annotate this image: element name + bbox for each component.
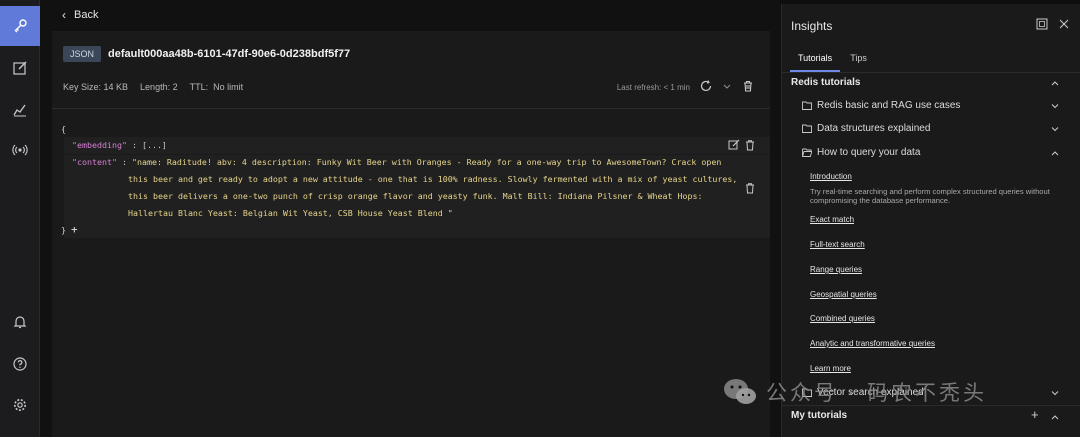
key-size: Key Size: 14 KB — [63, 82, 129, 92]
wechat-logo-icon — [724, 379, 756, 404]
refresh-icon[interactable] — [699, 79, 713, 93]
folder-label: Data structures explained — [817, 123, 931, 134]
insights-title: Insights — [791, 19, 833, 33]
notifications-nav-button[interactable] — [0, 302, 40, 342]
insights-actions — [1036, 18, 1070, 30]
left-nav — [0, 0, 40, 437]
key-length: Length: 2 — [140, 82, 178, 92]
tutorial-geospatial-queries[interactable]: Geospatial queries — [810, 290, 877, 299]
folder-label: How to query your data — [817, 147, 921, 158]
content-key: "content" — [72, 157, 117, 167]
embedding-row[interactable] — [64, 137, 770, 154]
pubsub-icon — [12, 144, 28, 156]
key-icon — [14, 19, 27, 33]
pubsub-nav-button[interactable] — [0, 130, 40, 170]
ttl-label: TTL: — [189, 82, 209, 92]
json-close-brace: } — [61, 225, 66, 235]
content-line-1: "content" : "name: Raditude! abv: 4 desc… — [72, 157, 722, 167]
folder-query-data[interactable]: How to query your data — [802, 147, 920, 158]
help-nav-button[interactable] — [0, 344, 40, 384]
delete-field-icon[interactable] — [744, 139, 756, 151]
key-details-panel: JSON default000aa48b-6101-47df-90e6-0d23… — [52, 31, 770, 437]
key-meta: Key Size: 14 KB Length: 2 TTL: No limit — [63, 82, 243, 92]
tutorial-analytic-queries[interactable]: Analytic and transformative queries — [810, 339, 935, 348]
json-open-brace: { — [61, 124, 66, 134]
last-refresh: Last refresh: < 1 min — [616, 83, 690, 92]
chevron-up-icon[interactable] — [1050, 78, 1060, 88]
folder-label: Redis basic and RAG use cases — [817, 100, 961, 111]
ttl-value: No limit — [213, 82, 244, 92]
settings-icon — [14, 399, 26, 411]
chevron-down-icon[interactable] — [1050, 124, 1060, 134]
watermark-text: 公众号 · 码农不秃头 — [766, 381, 988, 405]
workbench-nav-button[interactable] — [0, 48, 40, 88]
tab-tutorials[interactable]: Tutorials — [790, 47, 841, 72]
delete-field-icon[interactable] — [744, 182, 756, 194]
insights-tabs: Tutorials Tips — [790, 47, 875, 72]
tutorial-combined-queries[interactable]: Combined queries — [810, 314, 875, 323]
folder-icon — [802, 124, 812, 133]
folder-open-icon — [802, 148, 812, 157]
tutorial-exact-match[interactable]: Exact match — [810, 215, 854, 224]
folder-icon — [802, 101, 812, 110]
content-value-line-4: Hallertau Blanc Yeast: Belgian Wit Yeast… — [128, 208, 453, 218]
topbar: ‹ Back — [50, 0, 770, 30]
json-close-line: } + — [61, 222, 78, 238]
key-ttl[interactable]: TTL: No limit — [190, 82, 244, 92]
chevron-down-icon[interactable] — [1050, 101, 1060, 111]
tutorial-range-queries[interactable]: Range queries — [810, 265, 862, 274]
content-value-line-2: this beer and get ready to adopt a new a… — [128, 174, 738, 184]
add-field-button[interactable]: + — [71, 223, 78, 236]
embedding-line: "embedding" : [...] — [72, 140, 167, 150]
back-button[interactable]: ‹ Back — [50, 8, 98, 22]
close-icon[interactable] — [1058, 18, 1070, 30]
tabs-divider — [782, 72, 1080, 73]
introduction-description: Try real-time searching and perform comp… — [810, 187, 1050, 205]
content-value-line-1: "name: Raditude! abv: 4 description: Fun… — [131, 157, 722, 167]
content-value-line-3: this beer delivers a one-two punch of cr… — [128, 191, 703, 201]
main-area: ‹ Back JSON default000aa48b-6101-47df-90… — [40, 0, 780, 437]
chevron-up-icon[interactable] — [1050, 412, 1060, 422]
chevron-left-icon: ‹ — [62, 8, 66, 22]
browser-nav-button[interactable] — [0, 6, 40, 46]
chevron-down-icon[interactable] — [720, 79, 734, 93]
edit-icon — [13, 61, 27, 75]
folder-redis-basic[interactable]: Redis basic and RAG use cases — [802, 100, 960, 111]
watermark: 公众号 · 码农不秃头 — [722, 372, 1062, 412]
fullscreen-icon[interactable] — [1036, 18, 1048, 30]
tab-tips[interactable]: Tips — [842, 47, 875, 72]
chevron-up-icon[interactable] — [1050, 148, 1060, 158]
settings-nav-button[interactable] — [0, 385, 40, 425]
bell-icon — [13, 316, 27, 329]
edit-field-icon[interactable] — [728, 139, 740, 151]
analytics-icon — [13, 104, 26, 117]
back-label: Back — [74, 9, 99, 21]
analytics-nav-button[interactable] — [0, 90, 40, 130]
key-name[interactable]: default000aa48b-6101-47df-90e6-0d238bdf5… — [108, 48, 350, 60]
tutorial-full-text-search[interactable]: Full-text search — [810, 240, 865, 249]
redis-tutorials-header[interactable]: Redis tutorials — [791, 77, 860, 88]
key-header: JSON default000aa48b-6101-47df-90e6-0d23… — [52, 31, 770, 109]
key-type-badge: JSON — [63, 46, 102, 62]
help-icon — [13, 357, 27, 371]
delete-key-icon[interactable] — [741, 79, 755, 93]
tutorial-introduction[interactable]: Introduction — [810, 172, 852, 181]
embedding-key: "embedding" — [72, 140, 127, 150]
folder-data-structures[interactable]: Data structures explained — [802, 123, 930, 134]
embedding-value[interactable]: [...] — [142, 140, 167, 150]
